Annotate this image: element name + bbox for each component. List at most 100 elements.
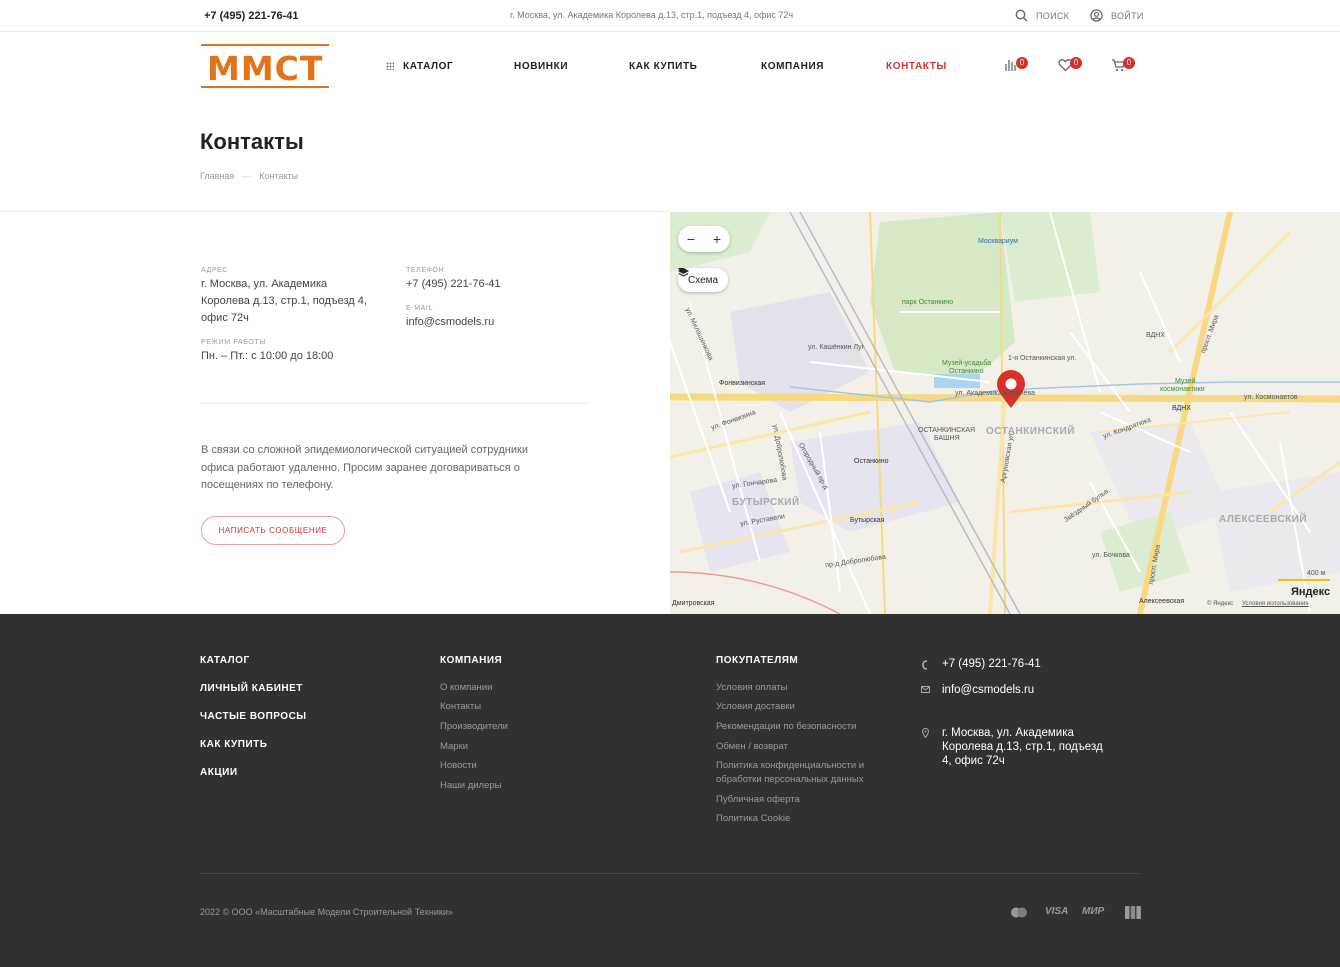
nav-catalog[interactable]: Каталог [403, 61, 453, 72]
logo-text: ММСТ [207, 49, 324, 88]
nav-how-to-buy[interactable]: Как купить [629, 61, 697, 72]
footer-link-contacts[interactable]: Контакты [440, 700, 481, 714]
map-label: Останкино [854, 458, 889, 465]
logo-top-bar [201, 44, 329, 46]
footer-link-privacy[interactable]: обработки персональных данных [716, 773, 864, 787]
email-link[interactable]: info@csmodels.ru [406, 314, 494, 331]
layer-label: Схема [688, 274, 719, 286]
search-label: поиск [1036, 10, 1070, 21]
footer-link-manufacturers[interactable]: Производители [440, 720, 508, 734]
footer-link-faq[interactable]: Частые вопросы [200, 711, 307, 722]
login-label: войти [1111, 10, 1144, 21]
map-label: ВДНХ [1172, 405, 1191, 412]
yandex-logo[interactable]: Яндекс [1291, 586, 1330, 598]
login-button[interactable]: войти [1090, 9, 1144, 22]
footer-link-dealers[interactable]: Наши дилеры [440, 779, 502, 793]
address-line: офис 72ч [201, 312, 249, 324]
site-logo[interactable]: ММСТ [201, 44, 329, 88]
footer-divider [200, 873, 1140, 874]
phone-link[interactable]: +7 (495) 221-76-41 [406, 276, 500, 293]
footer-link-about[interactable]: О компании [440, 681, 492, 695]
map-canvas [670, 212, 1340, 614]
map-label: БУТЫРСКИЙ [732, 497, 800, 508]
zoom-in-button[interactable]: + [713, 231, 721, 247]
breadcrumb-separator: — [242, 171, 252, 181]
mail-icon [921, 686, 930, 693]
footer-phone-link[interactable]: +7 (495) 221-76-41 [942, 657, 1041, 671]
zoom-out-button[interactable]: − [687, 231, 695, 247]
chevron-down-icon [678, 268, 684, 272]
footer-address-line: Королева д.13, стр.1, подъезд [942, 741, 1103, 753]
top-phone-link[interactable]: +7 (495) 221-76-41 [204, 10, 298, 22]
yandex-map[interactable]: − + Схема Москвариум парк Останкино Музе… [670, 212, 1340, 614]
footer-link-brands[interactable]: Марки [440, 740, 468, 754]
logo-bottom-bar [201, 86, 329, 88]
nav-new[interactable]: Новинки [514, 61, 568, 72]
footer-link-privacy[interactable]: Политика конфиденциальности и [716, 759, 864, 773]
phone-icon [922, 660, 928, 670]
map-layer-select[interactable]: Схема [678, 268, 729, 292]
footer-link-promotions[interactable]: Акции [200, 767, 238, 778]
map-zoom-control: − + [678, 226, 730, 252]
send-message-button[interactable]: Написать сообщение [201, 516, 345, 545]
footer-link-returns[interactable]: Обмен / возврат [716, 740, 788, 754]
jcb-icon [1125, 906, 1141, 919]
map-terms-link[interactable]: Условия использования [1242, 601, 1309, 607]
contacts-divider [201, 403, 590, 404]
nav-contacts[interactable]: Контакты [886, 61, 947, 72]
cart-button[interactable]: 0 [1111, 57, 1135, 72]
hours-value: Пн. – Пт.: с 10:00 до 18:00 [201, 350, 334, 362]
map-label: 1-я Останкинская ул. [1008, 355, 1077, 362]
catalog-grid-icon [386, 62, 394, 70]
phone-label: Телефон [406, 267, 445, 274]
footer-address-line: 4, офис 72ч [942, 755, 1005, 767]
map-label: космонавтики [1160, 386, 1205, 393]
user-icon [1090, 9, 1103, 22]
map-copyright: © Яндекс [1207, 601, 1234, 607]
map-label: Музей-усадьба [942, 360, 991, 367]
location-icon [922, 728, 929, 738]
map-label: Фонвизинская [719, 380, 766, 387]
map-label: Бутырская [850, 517, 885, 524]
address-line: г. Москва, ул. Академика [201, 278, 328, 290]
map-label: БАШНЯ [934, 435, 960, 442]
notice-line: офиса работают удаленно. Просим заранее … [201, 461, 520, 474]
map-label: АЛЕКСЕЕВСКИЙ [1219, 514, 1308, 525]
footer-company-heading[interactable]: Компания [440, 655, 502, 666]
copyright: 2022 © ООО «Масштабные Модели Строительн… [200, 907, 453, 917]
footer-link-account[interactable]: Личный кабинет [200, 683, 303, 694]
search-icon [1015, 9, 1028, 22]
footer-link-delivery[interactable]: Условия доставки [716, 700, 795, 714]
footer-email-link[interactable]: info@csmodels.ru [942, 683, 1034, 697]
hours-label: Режим работы [201, 339, 267, 346]
nav-company[interactable]: Компания [761, 61, 824, 72]
address-label: Адрес [201, 267, 229, 274]
map-label: ОСТАНКИНСКАЯ [918, 427, 976, 434]
footer-link-catalog[interactable]: Каталог [200, 655, 250, 666]
compare-button[interactable]: 0 [1004, 57, 1028, 72]
map-label: Москвариум [978, 238, 1018, 245]
map-label: Дмитровская [672, 600, 715, 607]
map-scale-label: 400 м [1307, 570, 1326, 577]
mir-icon: МИР [1082, 906, 1105, 917]
compare-count-badge: 0 [1016, 57, 1028, 69]
footer-link-payment[interactable]: Условия оплаты [716, 681, 787, 695]
favorites-button[interactable]: 0 [1058, 57, 1082, 72]
map-label: ул. Академика Королёва [955, 390, 1035, 397]
map-label: ОСТАНКИНСКИЙ [986, 426, 1075, 437]
map-label: Останкино [949, 368, 984, 375]
footer-link-news[interactable]: Новости [440, 759, 477, 773]
notice-line: посещениях по телефону. [201, 479, 334, 491]
footer-link-offer[interactable]: Публичная оферта [716, 793, 800, 807]
cart-count-badge: 0 [1123, 57, 1135, 69]
footer-link-how-to-buy[interactable]: Как купить [200, 739, 267, 750]
search-button[interactable]: поиск [1015, 9, 1069, 22]
breadcrumb: Главная — Контакты [200, 171, 298, 181]
top-bar: +7 (495) 221-76-41 г. Москва, ул. Академ… [0, 0, 1340, 32]
footer-link-safety[interactable]: Рекомендации по безопасности [716, 720, 856, 734]
footer-link-cookie[interactable]: Политика Cookie [716, 812, 790, 826]
footer-buyers-heading[interactable]: Покупателям [716, 655, 798, 666]
footer-address: г. Москва, ул. Академика Королева д.13, … [942, 726, 1103, 768]
breadcrumb-home[interactable]: Главная [200, 171, 234, 181]
mastercard-icon [1011, 907, 1027, 918]
